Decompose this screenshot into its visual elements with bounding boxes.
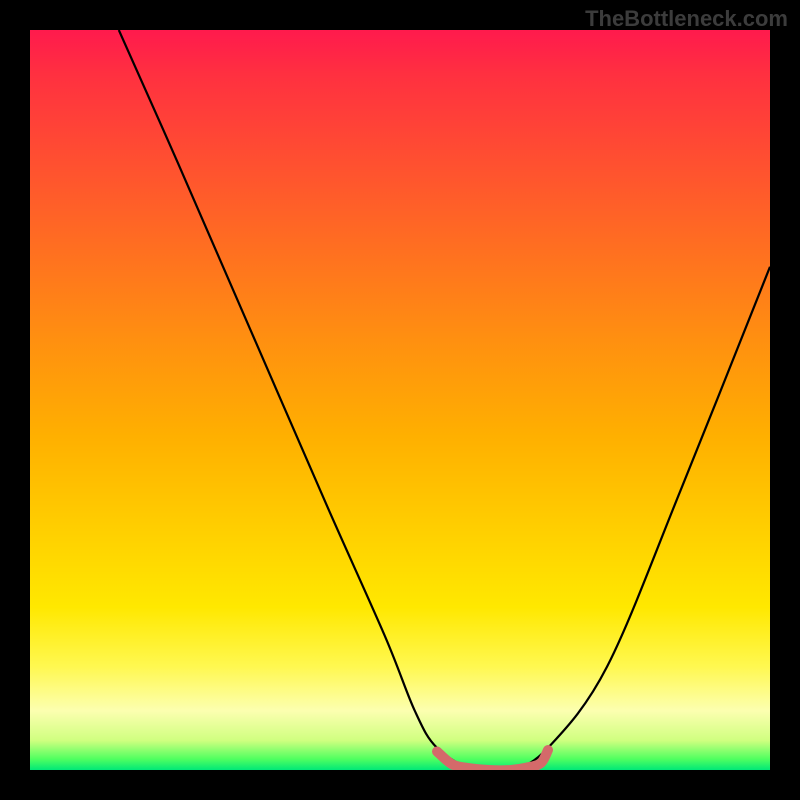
- chart-svg: [30, 30, 770, 770]
- watermark-text: TheBottleneck.com: [585, 6, 788, 32]
- bottleneck-curve: [119, 30, 770, 770]
- chart-plot-area: [30, 30, 770, 770]
- bottom-highlight-curve: [437, 750, 548, 770]
